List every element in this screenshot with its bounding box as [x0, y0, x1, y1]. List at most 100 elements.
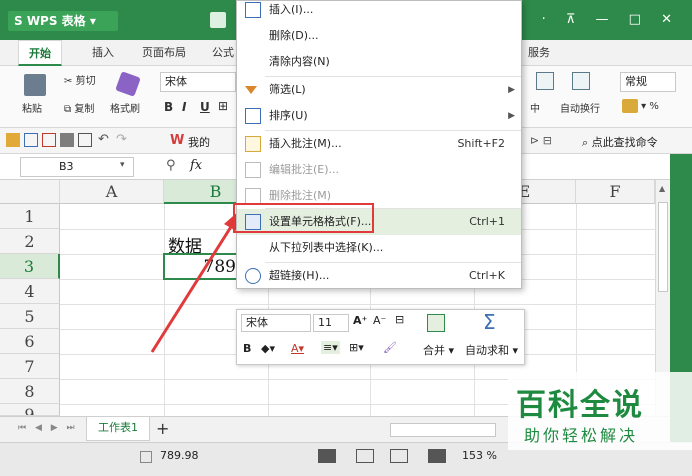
tab-services[interactable]: 服务	[528, 40, 550, 66]
row-header-1[interactable]: 1	[0, 204, 60, 229]
row-header-8[interactable]: 8	[0, 379, 60, 404]
zoom-lens-icon[interactable]: ⚲	[166, 158, 176, 173]
menu-item-hyperlink[interactable]: 超链接(H)... Ctrl+K	[237, 263, 521, 289]
mini-merge-button[interactable]: 合并 ▾	[423, 342, 454, 358]
clear-format-icon[interactable]: ⊟	[395, 313, 404, 326]
row-header-5[interactable]: 5	[0, 304, 60, 329]
copy-icon: ⧉	[64, 104, 72, 115]
sheet-nav-arrows[interactable]: ⏮ ◀ ▶ ⏭	[18, 423, 78, 433]
save-icon[interactable]	[24, 133, 38, 147]
sum-icon	[140, 451, 152, 463]
page-layout-view-icon[interactable]	[390, 449, 408, 463]
row-header-3[interactable]: 3	[0, 254, 60, 279]
merge-cells-icon[interactable]	[427, 314, 445, 332]
grow-font-icon[interactable]: A⁺	[353, 314, 367, 327]
minimize-button[interactable]: —	[596, 12, 617, 27]
align-center-icon[interactable]: ≡▾	[321, 341, 340, 354]
ribbon-collapse-icon[interactable]: ⊼	[566, 12, 584, 27]
my-menu-label[interactable]: 我的	[188, 134, 210, 150]
menu-label-clear: 清除内容(N)	[269, 55, 330, 68]
delete-comment-icon	[245, 188, 261, 204]
normal-view-icon[interactable]	[318, 449, 336, 463]
insert-icon	[245, 2, 261, 18]
row-header-6[interactable]: 6	[0, 329, 60, 354]
percent-label: %	[649, 101, 659, 112]
menu-item-insert[interactable]: 插入(I)...	[237, 0, 521, 23]
borders-icon[interactable]: ⊞	[218, 99, 228, 113]
menu-item-insert-comment[interactable]: 插入批注(M)... Shift+F2	[237, 131, 521, 157]
wps-w-icon[interactable]: W	[170, 133, 184, 148]
column-header-f[interactable]: F	[576, 180, 655, 204]
app-menu-button[interactable]: S WPS 表格 ▾	[8, 11, 118, 31]
redo-icon[interactable]: ↷	[116, 132, 127, 147]
menu-item-filter[interactable]: 筛选(L) ▶	[237, 77, 521, 103]
currency-format-button[interactable]: ▾ %	[622, 99, 659, 113]
wrap-text-label: 自动换行	[560, 104, 600, 115]
mini-bold-button[interactable]: B	[243, 342, 251, 355]
name-box[interactable]: B3	[20, 157, 134, 177]
submenu-arrow-icon: ▶	[508, 111, 515, 121]
watermark: 百科全说 助你轻松解决	[502, 372, 692, 450]
fill-color-icon[interactable]: ◆▾	[261, 342, 275, 355]
underline-button[interactable]: U	[200, 100, 210, 114]
tab-insert[interactable]: 插入	[92, 40, 114, 66]
command-search[interactable]: ⌕ 点此查找命令	[582, 134, 658, 150]
shrink-font-icon[interactable]: A⁻	[373, 314, 386, 327]
number-format-select[interactable]: 常规	[620, 72, 676, 92]
italic-button[interactable]: I	[182, 100, 186, 114]
mini-borders-icon[interactable]: ⊞▾	[349, 341, 364, 354]
menu-item-clear-contents[interactable]: 清除内容(N)	[237, 49, 521, 75]
merge-center-button[interactable]	[536, 72, 554, 90]
cut-button[interactable]: ✂ 剪切	[64, 72, 96, 87]
format-painter-label: 格式刷	[110, 104, 140, 115]
mini-merge-label: 合并	[423, 344, 445, 357]
scroll-thumb[interactable]	[658, 202, 668, 292]
mini-font-name-select[interactable]: 宋体	[241, 314, 311, 332]
print-icon[interactable]	[60, 133, 74, 147]
close-button[interactable]: ✕	[661, 12, 680, 27]
copy-button[interactable]: ⧉ 复制	[64, 100, 94, 115]
name-box-dropdown-icon[interactable]: ▾	[120, 160, 125, 170]
function-button[interactable]: fx	[190, 158, 202, 173]
row-header-2[interactable]: 2	[0, 229, 60, 254]
menu-item-pick-from-list[interactable]: 从下拉列表中选择(K)...	[237, 235, 521, 261]
page-break-view-icon[interactable]	[356, 449, 374, 463]
open-icon[interactable]	[6, 133, 20, 147]
autosum-icon[interactable]: Σ	[483, 310, 496, 334]
bold-button[interactable]: B	[164, 100, 173, 114]
export-pdf-icon[interactable]	[42, 133, 56, 147]
menu-item-sort[interactable]: 排序(U) ▶	[237, 103, 521, 129]
font-color-icon[interactable]: A▾	[291, 342, 304, 355]
watermark-subtitle: 助你轻松解决	[524, 426, 639, 445]
undo-icon[interactable]: ↶	[98, 132, 109, 147]
brush-icon	[115, 71, 141, 97]
format-painter-button[interactable]	[115, 71, 141, 97]
horizontal-scrollbar[interactable]	[390, 423, 496, 437]
row-header-9[interactable]: 9	[0, 404, 60, 416]
mini-format-painter-icon[interactable]: 🖌	[383, 341, 397, 354]
font-name-select[interactable]: 宋体	[160, 72, 236, 92]
menu-item-delete[interactable]: 删除(D)...	[237, 23, 521, 49]
select-all-corner[interactable]	[0, 180, 60, 204]
window-controls: ? · ⊼ — □ ✕	[515, 12, 680, 27]
doc-icon[interactable]	[210, 12, 226, 28]
menu-label-insert: 插入(I)...	[269, 3, 314, 16]
mini-autosum-button[interactable]: 自动求和 ▾	[465, 342, 518, 358]
zoom-level[interactable]: 153 %	[462, 449, 497, 462]
maximize-button[interactable]: □	[629, 12, 649, 27]
mini-font-size-select[interactable]: 11	[313, 314, 349, 332]
merge-center-label: 中	[530, 104, 540, 115]
sheet-tab-1[interactable]: 工作表1	[86, 417, 150, 441]
reading-mode-icon[interactable]	[428, 449, 446, 463]
tab-formulas[interactable]: 公式	[212, 40, 234, 66]
paste-button[interactable]	[24, 74, 46, 96]
currency-icon	[622, 99, 638, 113]
wrap-text-button[interactable]	[572, 72, 590, 90]
scroll-up-icon[interactable]: ▲	[659, 184, 665, 193]
add-sheet-button[interactable]: +	[156, 419, 169, 438]
tab-page-layout[interactable]: 页面布局	[142, 40, 186, 66]
tab-home[interactable]: 开始	[18, 40, 62, 66]
row-header-4[interactable]: 4	[0, 279, 60, 304]
row-header-7[interactable]: 7	[0, 354, 60, 379]
print-preview-icon[interactable]	[78, 133, 92, 147]
